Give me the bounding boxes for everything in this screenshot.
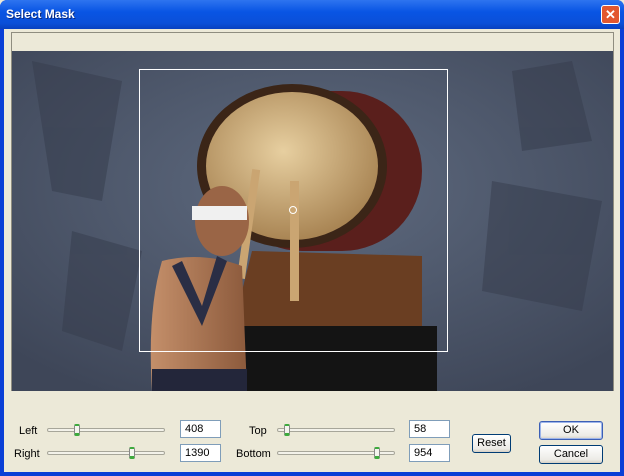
bottom-slider-thumb[interactable] xyxy=(374,447,381,459)
top-value-field[interactable]: 58 xyxy=(409,420,450,438)
right-value-field[interactable]: 1390 xyxy=(180,444,221,462)
top-slider-thumb[interactable] xyxy=(283,424,290,436)
left-label: Left xyxy=(19,425,38,437)
reset-button[interactable]: Reset xyxy=(472,434,511,453)
bottom-value-field[interactable]: 954 xyxy=(409,444,450,462)
preview-image[interactable] xyxy=(12,51,613,391)
cancel-button[interactable]: Cancel xyxy=(539,445,603,464)
platform xyxy=(237,326,437,391)
close-icon[interactable]: ✕ xyxy=(601,5,620,24)
ok-button[interactable]: OK xyxy=(539,421,603,440)
drummer-head xyxy=(195,186,249,256)
right-label: Right xyxy=(14,448,40,460)
left-slider[interactable] xyxy=(47,428,165,432)
drumstick xyxy=(290,181,299,301)
bottom-label: Bottom xyxy=(236,448,271,460)
right-slider-thumb[interactable] xyxy=(128,447,135,459)
apron xyxy=(152,369,247,391)
title-bar: Select Mask ✕ xyxy=(0,0,624,29)
drum-stand xyxy=(232,251,422,331)
top-slider[interactable] xyxy=(277,428,395,432)
right-slider[interactable] xyxy=(47,451,165,455)
window-title: Select Mask xyxy=(6,7,75,21)
left-value-field[interactable]: 408 xyxy=(180,420,221,438)
left-slider-thumb[interactable] xyxy=(73,424,80,436)
headband xyxy=(192,206,247,220)
top-label: Top xyxy=(249,425,267,437)
